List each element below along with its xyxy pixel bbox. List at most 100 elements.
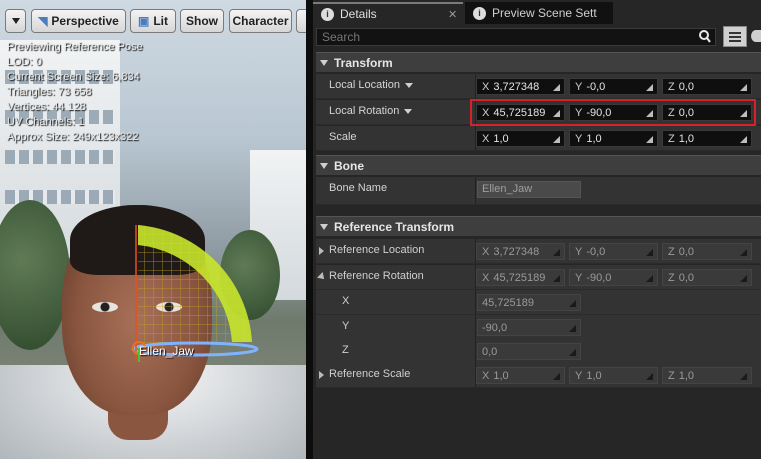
spinner-icon[interactable] bbox=[552, 135, 560, 143]
row-reference-rotation: Reference Rotation X 45,725189 Y -90,0 Z 0,… bbox=[316, 265, 761, 290]
collapse-arrow-icon bbox=[320, 59, 328, 66]
spinner-icon bbox=[739, 372, 747, 380]
reference-location-label: Reference Location bbox=[329, 244, 425, 256]
reference-rotation-z: Z 0,0 bbox=[662, 269, 752, 286]
bone-name-label: Bone Name bbox=[329, 182, 388, 194]
search-input[interactable] bbox=[317, 29, 697, 45]
row-reference-scale: Reference Scale X 1,0 Y 1,0 Z 1,0 bbox=[316, 363, 761, 388]
category-reference-label: Reference Transform bbox=[334, 219, 455, 234]
reference-rotation-label: Reference Rotation bbox=[329, 270, 424, 282]
expand-arrow-icon[interactable] bbox=[319, 371, 324, 379]
bone-label: Ellen_Jaw bbox=[139, 344, 194, 358]
scale-x[interactable]: X 1,0 bbox=[476, 130, 565, 147]
tab-details-label: Details bbox=[340, 7, 377, 21]
spinner-icon bbox=[552, 274, 560, 282]
reference-x-field: 45,725189 bbox=[477, 294, 581, 311]
local-location-z[interactable]: Z 0,0 bbox=[662, 78, 752, 95]
expand-arrow-icon[interactable] bbox=[319, 247, 324, 255]
panel-empty-area bbox=[316, 389, 761, 459]
spinner-icon bbox=[645, 274, 653, 282]
reference-scale-z: Z 1,0 bbox=[662, 367, 752, 384]
reference-y-field: -90,0 bbox=[477, 319, 581, 336]
scale-y[interactable]: Y 1,0 bbox=[569, 130, 658, 147]
search-icon[interactable] bbox=[699, 30, 711, 43]
overlay-uv-channels: UV Channels: 1 bbox=[7, 116, 85, 128]
row-reference-rotation-x: X 45,725189 bbox=[316, 290, 761, 315]
character-button[interactable]: Character bbox=[229, 9, 292, 33]
eye-icon[interactable] bbox=[751, 30, 761, 42]
tab-preview-scene-settings[interactable]: i Preview Scene Sett bbox=[465, 2, 613, 24]
row-bone-name: Bone Name Ellen_Jaw bbox=[316, 177, 761, 205]
overlay-preview-mode: Previewing Reference Pose bbox=[7, 41, 143, 53]
local-location-label[interactable]: Local Location bbox=[329, 79, 413, 91]
lit-sphere-icon: ▣ bbox=[137, 14, 150, 28]
perspective-label: Perspective bbox=[51, 14, 119, 28]
bone-name-field: Ellen_Jaw bbox=[477, 181, 581, 198]
search-box[interactable] bbox=[316, 28, 716, 46]
spinner-icon bbox=[552, 372, 560, 380]
local-location-y[interactable]: Y -0,0 bbox=[569, 78, 658, 95]
column-divider bbox=[475, 290, 476, 314]
character-label: Character bbox=[232, 14, 289, 28]
reference-z-label: Z bbox=[342, 344, 349, 356]
reference-location-y: Y -0,0 bbox=[569, 243, 658, 260]
lit-label: Lit bbox=[153, 14, 168, 28]
scale-label: Scale bbox=[329, 131, 357, 143]
spinner-icon[interactable] bbox=[645, 135, 653, 143]
column-divider bbox=[475, 339, 476, 363]
spinner-icon[interactable] bbox=[739, 83, 747, 91]
category-transform[interactable]: Transform bbox=[316, 52, 761, 72]
collapse-arrow-icon[interactable] bbox=[317, 272, 327, 282]
view-options-button[interactable] bbox=[723, 26, 747, 47]
rotation-gizmo[interactable] bbox=[0, 0, 306, 459]
spinner-icon[interactable] bbox=[552, 83, 560, 91]
spinner-icon bbox=[739, 274, 747, 282]
column-divider bbox=[475, 315, 476, 339]
lit-button[interactable]: ▣ Lit bbox=[130, 9, 176, 33]
reference-location-z: Z 0,0 bbox=[662, 243, 752, 260]
chevron-down-icon bbox=[404, 108, 413, 114]
category-reference-transform[interactable]: Reference Transform bbox=[316, 216, 761, 236]
overlay-vertices: Vertices: 44 128 bbox=[7, 101, 86, 113]
chevron-down-icon bbox=[404, 82, 413, 88]
row-reference-rotation-z: Z 0,0 bbox=[316, 339, 761, 364]
reference-scale-y: Y 1,0 bbox=[569, 367, 658, 384]
close-icon[interactable]: ✕ bbox=[448, 8, 457, 21]
spinner-icon bbox=[739, 248, 747, 256]
show-button[interactable]: Show bbox=[180, 9, 224, 33]
spinner-icon[interactable] bbox=[739, 135, 747, 143]
overlay-lod: LOD: 0 bbox=[7, 56, 42, 68]
details-panel: i Details ✕ i Preview Scene Sett Transfo… bbox=[313, 0, 761, 459]
spinner-icon bbox=[568, 324, 576, 332]
tab-details[interactable]: i Details ✕ bbox=[313, 2, 463, 24]
scale-z[interactable]: Z 1,0 bbox=[662, 130, 752, 147]
info-icon: i bbox=[473, 6, 486, 20]
reference-rotation-y: Y -90,0 bbox=[569, 269, 658, 286]
column-divider bbox=[475, 177, 476, 204]
perspective-button[interactable]: ◥ Perspective bbox=[31, 9, 126, 33]
spinner-icon bbox=[568, 299, 576, 307]
category-bone[interactable]: Bone bbox=[316, 155, 761, 175]
tab-preview-label: Preview Scene Sett bbox=[492, 6, 597, 20]
category-transform-label: Transform bbox=[334, 55, 393, 70]
viewport[interactable]: Ellen_Jaw Previewing Reference Pose LOD:… bbox=[0, 0, 306, 459]
row-reference-location: Reference Location X 3,727348 Y -0,0 Z 0,0 bbox=[316, 239, 761, 264]
perspective-icon: ◥ bbox=[38, 14, 48, 28]
local-rotation-highlight bbox=[470, 99, 756, 126]
show-label: Show bbox=[186, 14, 218, 28]
row-scale: Scale X 1,0 Y 1,0 Z 1,0 bbox=[316, 126, 761, 151]
spinner-icon bbox=[645, 372, 653, 380]
collapse-arrow-icon bbox=[320, 223, 328, 230]
local-location-x[interactable]: X 3,727348 bbox=[476, 78, 565, 95]
overlay-triangles: Triangles: 73 658 bbox=[7, 86, 92, 98]
spinner-icon[interactable] bbox=[645, 83, 653, 91]
reference-x-label: X bbox=[342, 295, 350, 307]
local-rotation-label[interactable]: Local Rotation bbox=[329, 105, 413, 117]
info-icon: i bbox=[321, 7, 334, 21]
row-local-location: Local Location X 3,727348 Y -0,0 Z 0,0 bbox=[316, 74, 761, 99]
category-bone-label: Bone bbox=[334, 158, 364, 173]
toolbar-overflow-button[interactable] bbox=[296, 9, 306, 33]
panel-splitter[interactable] bbox=[306, 0, 313, 459]
viewport-options-button[interactable] bbox=[5, 9, 26, 33]
reference-scale-x: X 1,0 bbox=[476, 367, 565, 384]
